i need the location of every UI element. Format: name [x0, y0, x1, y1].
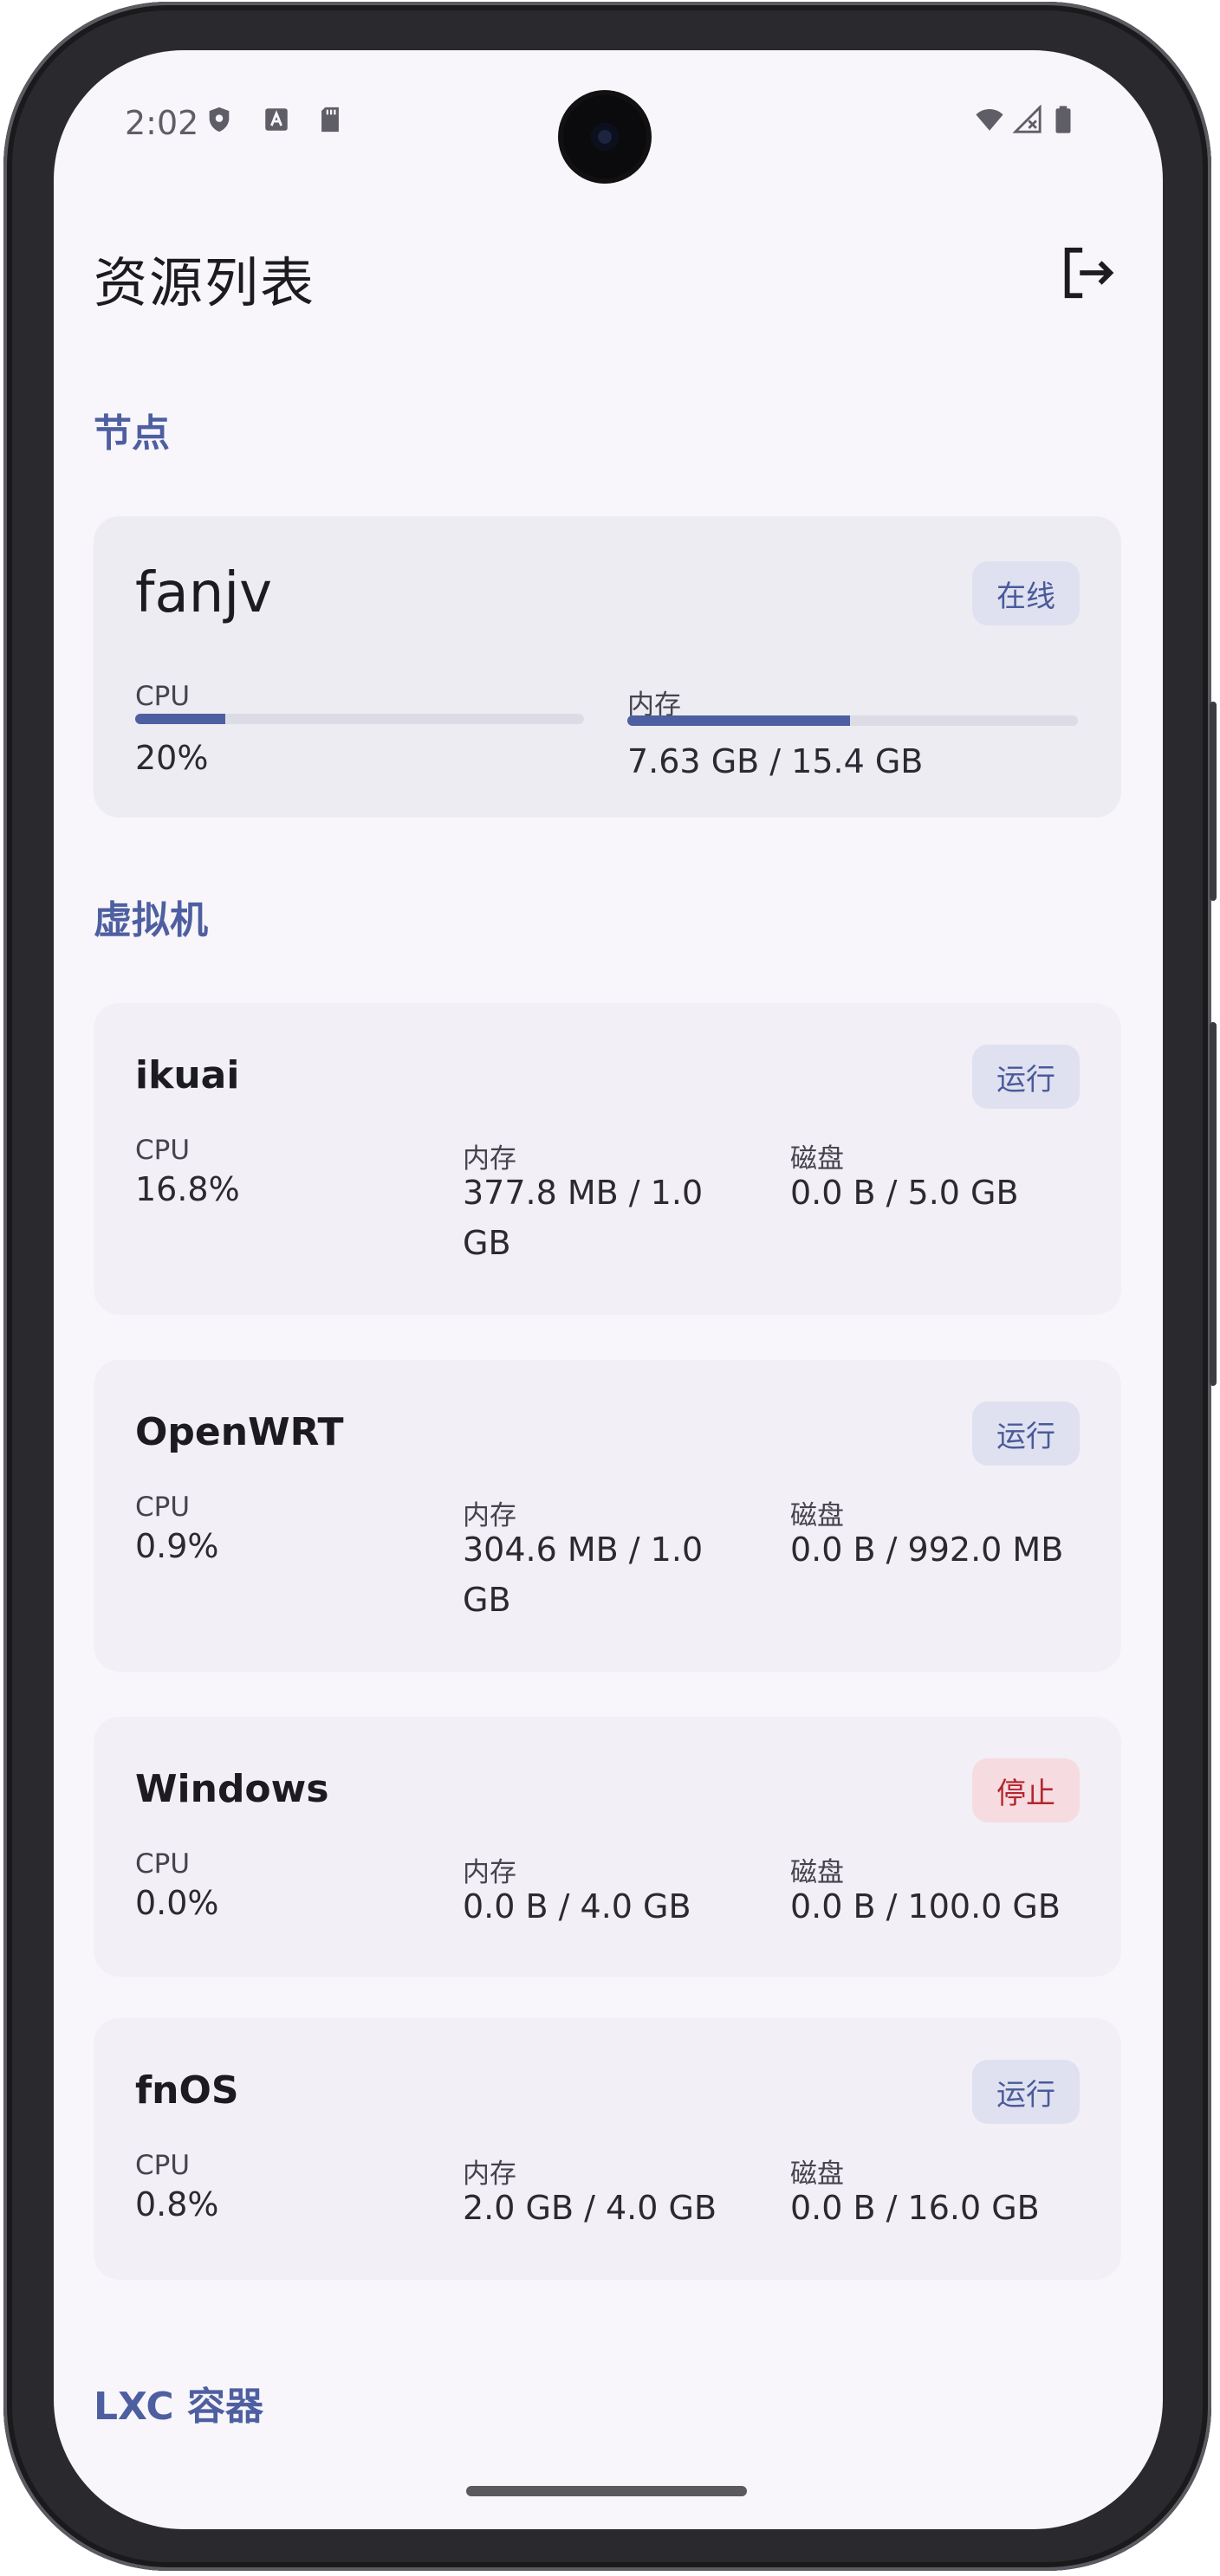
- memory-value: 0.0 B / 4.0 GB: [463, 1887, 691, 1926]
- cpu-value: 0.9%: [135, 1527, 219, 1565]
- cpu-progress-bar: [135, 714, 584, 724]
- app-screen: 2:02 资源列表 节点 fanjv 在线 CPU 20% 内存 7.63 GB…: [54, 50, 1163, 2529]
- cpu-value: 16.8%: [135, 1170, 240, 1208]
- status-badge: 停止: [972, 1758, 1080, 1822]
- cpu-value: 20%: [135, 739, 209, 777]
- section-lxc-heading: LXC 容器: [94, 2385, 264, 2429]
- volume-button: [1210, 1022, 1217, 1386]
- vm-name: fnOS: [135, 2068, 239, 2113]
- vm-card-openwrt[interactable]: OpenWRT 运行 CPU 0.9% 内存 304.6 MB / 1.0 GB…: [94, 1360, 1121, 1672]
- cpu-value: 0.8%: [135, 2185, 219, 2223]
- vm-name: OpenWRT: [135, 1410, 344, 1454]
- text-a-icon: [265, 108, 288, 131]
- memory-progress-bar: [627, 715, 1078, 726]
- memory-value: 7.63 GB / 15.4 GB: [627, 742, 924, 780]
- disk-value: 0.0 B / 992.0 MB: [790, 1531, 1064, 1569]
- logout-icon[interactable]: [1057, 243, 1118, 303]
- vm-card-ikuai[interactable]: ikuai 运行 CPU 16.8% 内存 377.8 MB / 1.0 GB …: [94, 1003, 1121, 1315]
- vm-card-fnos[interactable]: fnOS 运行 CPU 0.8% 内存 2.0 GB / 4.0 GB 磁盘 0…: [94, 2018, 1121, 2280]
- node-card[interactable]: fanjv 在线 CPU 20% 内存 7.63 GB / 15.4 GB: [94, 516, 1121, 818]
- vm-card-windows[interactable]: Windows 停止 CPU 0.0% 内存 0.0 B / 4.0 GB 磁盘…: [94, 1717, 1121, 1977]
- disk-value: 0.0 B / 16.0 GB: [790, 2189, 1040, 2227]
- status-badge: 运行: [972, 2060, 1080, 2124]
- cpu-label: CPU: [135, 1848, 191, 1880]
- section-vms-heading: 虚拟机: [94, 898, 208, 942]
- battery-icon: [1055, 106, 1071, 133]
- cpu-label: CPU: [135, 1492, 191, 1523]
- front-camera: [563, 95, 646, 178]
- memory-value: 377.8 MB / 1.0 GB: [463, 1174, 704, 1262]
- shield-icon: [209, 107, 230, 133]
- cpu-value: 0.0%: [135, 1884, 219, 1922]
- status-badge: 在线: [972, 561, 1080, 625]
- signal-icon: [1012, 105, 1042, 133]
- section-nodes-heading: 节点: [94, 411, 170, 456]
- home-indicator[interactable]: [466, 2486, 747, 2496]
- vm-name: Windows: [135, 1767, 329, 1811]
- disk-value: 0.0 B / 5.0 GB: [790, 1174, 1019, 1212]
- page-title: 资源列表: [94, 251, 316, 314]
- status-badge: 运行: [972, 1045, 1080, 1109]
- wifi-icon: [976, 108, 1003, 131]
- sd-card-icon: [321, 107, 339, 133]
- power-button: [1210, 702, 1217, 901]
- status-bar: 2:02: [54, 50, 1163, 180]
- status-badge: 运行: [972, 1401, 1080, 1466]
- disk-value: 0.0 B / 100.0 GB: [790, 1887, 1061, 1926]
- memory-value: 2.0 GB / 4.0 GB: [463, 2189, 717, 2227]
- memory-value: 304.6 MB / 1.0 GB: [463, 1531, 704, 1619]
- cpu-label: CPU: [135, 681, 191, 712]
- vm-name: ikuai: [135, 1053, 240, 1097]
- status-time: 2:02: [125, 104, 199, 142]
- node-name: fanjv: [135, 561, 272, 625]
- cpu-label: CPU: [135, 2150, 191, 2181]
- cpu-label: CPU: [135, 1135, 191, 1166]
